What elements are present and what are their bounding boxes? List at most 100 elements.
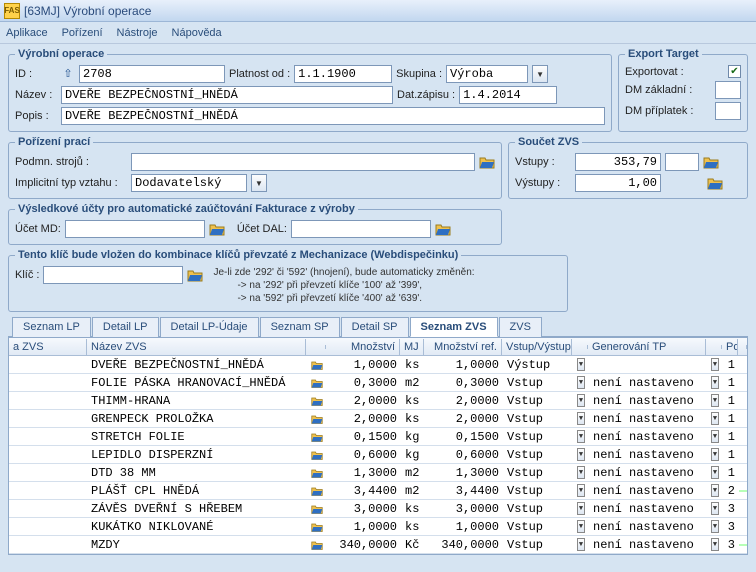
vv-dropdown[interactable]: ▼ (573, 411, 589, 426)
exportovat-checkbox[interactable]: ✔ (728, 65, 741, 78)
folder-icon[interactable] (435, 222, 451, 236)
gen-dropdown[interactable]: ▼ (707, 465, 723, 480)
vystupy-field[interactable] (575, 174, 661, 192)
table-row[interactable]: KUKÁTKO NIKLOVANÉ1,0000ks1,0000Vstup▼nen… (9, 518, 747, 536)
vv-dropdown[interactable]: ▼ (573, 393, 589, 408)
table-row[interactable]: THIMM-HRANA2,0000ks2,0000Vstup▼není nast… (9, 392, 747, 410)
table-row[interactable]: FOLIE PÁSKA HRANOVACÍ_HNĚDÁ0,3000m20,300… (9, 374, 747, 392)
row-vv: Vstup (503, 537, 573, 553)
table-row[interactable]: DVEŘE BEZPEČNOSTNÍ_HNĚDÁ1,0000ks1,0000Vý… (9, 356, 747, 374)
gen-dropdown[interactable]: ▼ (707, 357, 723, 372)
vv-dropdown[interactable]: ▼ (573, 483, 589, 498)
tab-seznam-sp[interactable]: Seznam SP (260, 317, 340, 337)
tab-seznam-lp[interactable]: Seznam LP (12, 317, 91, 337)
row-vv: Vstup (503, 447, 573, 463)
table-row[interactable]: MZDY340,0000Kč340,0000Vstup▼není nastave… (9, 536, 747, 554)
folder-icon[interactable] (307, 447, 327, 463)
col-mj[interactable]: MJ (400, 339, 424, 355)
gen-dropdown[interactable]: ▼ (707, 519, 723, 534)
table-row[interactable]: ZÁVĚS DVEŘNÍ S HŘEBEM3,0000ks3,0000Vstup… (9, 500, 747, 518)
col-mnozstvi[interactable]: Množství (326, 339, 400, 355)
tab-zvs[interactable]: ZVS (499, 317, 542, 337)
folder-icon[interactable] (307, 465, 327, 481)
id-label: ID : (15, 68, 57, 80)
folder-icon[interactable] (307, 537, 327, 553)
dm-zakladni-field[interactable] (715, 81, 741, 99)
row-gen (589, 364, 707, 366)
menu-nastroje[interactable]: Nástroje (117, 27, 158, 39)
vv-dropdown[interactable]: ▼ (573, 465, 589, 480)
gen-dropdown[interactable]: ▼ (707, 429, 723, 444)
folder-icon[interactable] (703, 155, 719, 169)
col-generovani[interactable]: Generování TP (588, 339, 706, 355)
vv-dropdown[interactable]: ▼ (573, 375, 589, 390)
datzap-field[interactable] (459, 86, 557, 104)
vv-dropdown[interactable]: ▼ (573, 357, 589, 372)
col-nazev[interactable]: Název ZVS (87, 339, 306, 355)
table-row[interactable]: LEPIDLO DISPERZNÍ0,6000kg0,6000Vstup▼nen… (9, 446, 747, 464)
tab-detail-lp-udaje[interactable]: Detail LP-Údaje (160, 317, 259, 337)
tab-seznam-zvs[interactable]: Seznam ZVS (410, 317, 498, 337)
table-row[interactable]: DTD 38 MM1,3000m21,3000Vstup▼není nastav… (9, 464, 747, 482)
row-mj: kg (401, 447, 425, 463)
vv-dropdown[interactable]: ▼ (573, 447, 589, 462)
table-row[interactable]: STRETCH FOLIE0,1500kg0,1500Vstup▼není na… (9, 428, 747, 446)
folder-icon[interactable] (307, 375, 327, 391)
folder-icon[interactable] (707, 176, 723, 190)
arrow-up-icon[interactable]: ⇧ (61, 67, 75, 81)
gen-dropdown[interactable]: ▼ (707, 537, 723, 552)
menu-napoveda[interactable]: Nápověda (172, 27, 222, 39)
klic-field[interactable] (43, 266, 183, 284)
tab-detail-sp[interactable]: Detail SP (341, 317, 409, 337)
row-ref: 3,4400 (425, 483, 503, 499)
ucet-dal-field[interactable] (291, 220, 431, 238)
ucet-md-label: Účet MD: (15, 223, 61, 235)
table-row[interactable]: PLÁŠŤ CPL HNĚDÁ3,4400m23,4400Vstup▼není … (9, 482, 747, 500)
folder-icon[interactable] (307, 483, 327, 499)
col-vstup-vystup[interactable]: Vstup/Výstup (502, 339, 572, 355)
popis-field[interactable] (61, 107, 605, 125)
tab-detail-lp[interactable]: Detail LP (92, 317, 159, 337)
folder-icon[interactable] (307, 429, 327, 445)
folder-icon[interactable] (479, 155, 495, 169)
gen-dropdown[interactable]: ▼ (707, 483, 723, 498)
folder-icon[interactable] (209, 222, 225, 236)
vv-dropdown[interactable]: ▼ (573, 537, 589, 552)
gen-dropdown[interactable]: ▼ (707, 393, 723, 408)
folder-icon[interactable] (307, 357, 327, 373)
vv-dropdown[interactable]: ▼ (573, 501, 589, 516)
gen-dropdown[interactable]: ▼ (707, 501, 723, 516)
gen-dropdown[interactable]: ▼ (707, 447, 723, 462)
skupina-field[interactable] (446, 65, 528, 83)
platnost-field[interactable] (294, 65, 392, 83)
id-field[interactable] (79, 65, 225, 83)
dm-priplatek-field[interactable] (715, 102, 741, 120)
implicit-field[interactable] (131, 174, 247, 192)
menu-aplikace[interactable]: Aplikace (6, 27, 48, 39)
gen-dropdown[interactable]: ▼ (707, 375, 723, 390)
skupina-dropdown[interactable]: ▼ (532, 65, 548, 83)
folder-icon[interactable] (307, 501, 327, 517)
vstupy-unit[interactable] (665, 153, 699, 171)
menu-porizeni[interactable]: Pořízení (62, 27, 103, 39)
col-zvs[interactable]: a ZVS (9, 339, 87, 355)
folder-icon[interactable] (307, 519, 327, 535)
table-row[interactable]: GRENPECK PROLOŽKA2,0000ks2,0000Vstup▼nen… (9, 410, 747, 428)
col-por[interactable]: Poř. (722, 339, 738, 355)
vv-dropdown[interactable]: ▼ (573, 519, 589, 534)
ucet-md-field[interactable] (65, 220, 205, 238)
vv-dropdown[interactable]: ▼ (573, 429, 589, 444)
folder-icon[interactable] (187, 268, 203, 282)
row-nazev: STRETCH FOLIE (87, 429, 307, 445)
folder-icon[interactable] (307, 411, 327, 427)
nazev-field[interactable] (61, 86, 393, 104)
gen-dropdown[interactable]: ▼ (707, 411, 723, 426)
row-por: 1 (723, 447, 739, 463)
folder-icon[interactable] (307, 393, 327, 409)
col-ref[interactable]: Množství ref. (424, 339, 502, 355)
implicit-dropdown[interactable]: ▼ (251, 174, 267, 192)
col-folder[interactable] (306, 345, 326, 349)
podmn-field[interactable] (131, 153, 475, 171)
vstupy-field[interactable] (575, 153, 661, 171)
row-mnozstvi: 0,3000 (327, 375, 401, 391)
